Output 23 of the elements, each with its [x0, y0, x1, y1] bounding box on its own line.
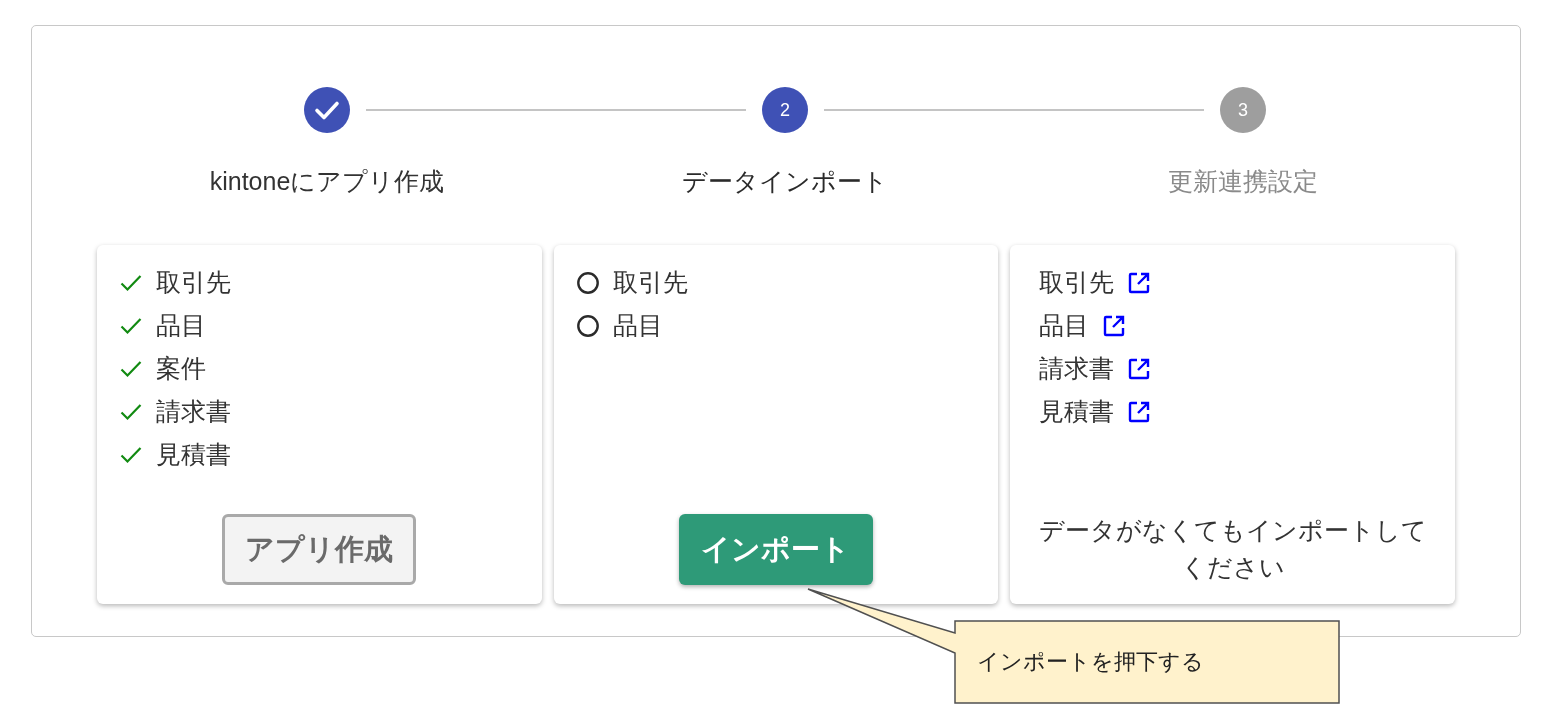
callout-text: インポートを押下する	[977, 648, 1204, 676]
app-name: 請求書	[156, 395, 231, 427]
app-name: 見積書	[1039, 395, 1115, 427]
app-name: 品目	[1039, 309, 1090, 341]
app-name: 案件	[156, 352, 206, 384]
app-name: 取引先	[612, 266, 688, 298]
step-label: データインポート	[682, 166, 888, 197]
app-name: 取引先	[1039, 266, 1115, 298]
external-link-icon[interactable]	[1128, 357, 1151, 380]
note-text: データがなくてもインポートしてください	[1037, 515, 1428, 583]
external-link-icon[interactable]	[1128, 271, 1151, 294]
action-button[interactable]: インポート	[679, 514, 873, 585]
step-number: 3	[1220, 87, 1266, 133]
app-name: 取引先	[156, 266, 231, 298]
step-label: 更新連携設定	[1168, 166, 1318, 197]
external-link-icon[interactable]	[1128, 400, 1151, 423]
app-name: 品目	[612, 309, 663, 341]
step-label: kintoneにアプリ作成	[209, 166, 445, 197]
step-number: 2	[762, 87, 808, 133]
app-name: 請求書	[1039, 352, 1115, 384]
external-link-icon[interactable]	[1103, 314, 1126, 337]
app-name: 品目	[156, 309, 206, 341]
app-name: 見積書	[156, 438, 231, 470]
